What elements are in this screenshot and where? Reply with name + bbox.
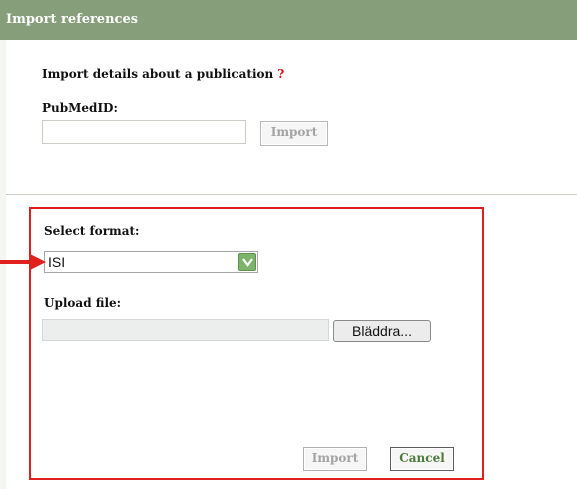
format-selected-value: ISI: [48, 254, 66, 270]
import-button[interactable]: Import: [303, 447, 367, 471]
pubmed-import-button[interactable]: Import: [260, 121, 328, 146]
annotation-arrow-icon: [0, 254, 46, 270]
file-path-field[interactable]: [42, 319, 329, 341]
cancel-button[interactable]: Cancel: [390, 447, 454, 471]
upload-file-label: Upload file:: [44, 296, 122, 310]
section-divider: [6, 194, 577, 195]
dialog-title-bar: Import references: [0, 0, 577, 40]
format-select[interactable]: ISI: [44, 251, 258, 273]
select-format-label: Select format:: [44, 224, 140, 238]
pubmed-id-input[interactable]: [42, 120, 246, 144]
browse-button[interactable]: Bläddra...: [333, 320, 431, 342]
pubmed-heading: Import details about a publication: [42, 67, 274, 81]
pubmed-heading-row: Import details about a publication?: [42, 63, 284, 82]
dialog-title: Import references: [6, 12, 139, 27]
pubmed-id-label: PubMedID:: [42, 101, 118, 115]
help-icon[interactable]: ?: [277, 67, 284, 81]
annotation-highlight-frame: [29, 207, 484, 480]
chevron-down-icon[interactable]: [238, 253, 256, 271]
